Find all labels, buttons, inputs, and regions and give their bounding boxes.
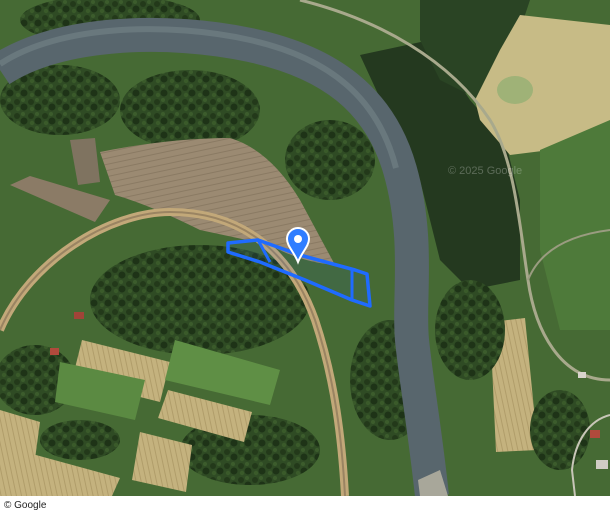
tree-grove [40,420,120,460]
satellite-map[interactable]: © 2025 Google [0,0,610,496]
building [590,430,600,438]
tree-grove [120,70,260,150]
building [596,460,608,469]
tree-grove [530,390,590,470]
building [50,348,59,355]
building [578,372,586,378]
meadow-patch [497,76,533,104]
attribution-text: © Google [4,500,47,511]
tree-grove [285,120,375,200]
map-view[interactable]: © 2025 Google © Google [0,0,610,515]
tree-grove [435,280,505,380]
building [74,312,84,319]
map-footer: © Google [0,496,610,515]
